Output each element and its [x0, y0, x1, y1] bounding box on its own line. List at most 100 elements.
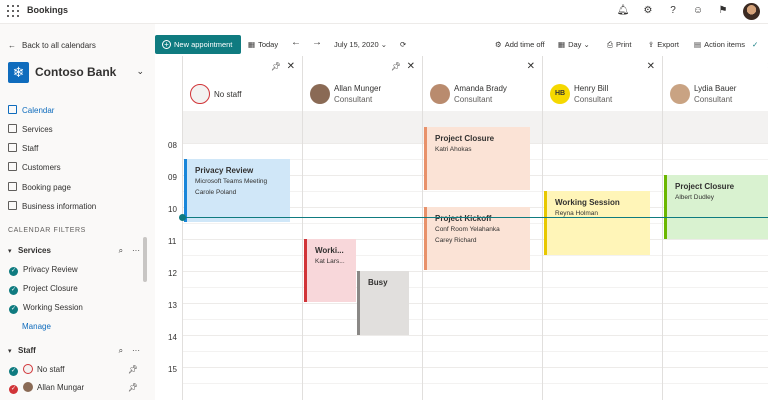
view-selector[interactable]: ▦ Day ⌄	[558, 39, 590, 50]
hour-label: 12	[168, 269, 177, 278]
staff-name: Amanda Brady	[454, 84, 507, 93]
all-day-row[interactable]	[183, 111, 303, 143]
search-icon[interactable]: ⌕	[119, 246, 123, 255]
date-picker[interactable]: July 15, 2020 ⌄	[334, 39, 387, 50]
nav-business-information[interactable]: Business information	[8, 199, 148, 215]
time-slot-line	[303, 383, 423, 384]
pin-icon[interactable]: 📌︎	[391, 62, 401, 71]
staff-column[interactable]: Lydia BauerConsultant✕Project ClosureAlb…	[662, 56, 768, 400]
appointment-event[interactable]: Project Closure Albert Dudley	[664, 175, 768, 239]
nav-staff[interactable]: Staff	[8, 141, 148, 157]
manage-link[interactable]: Manage	[22, 322, 51, 331]
chevron-down-icon: ⌄	[583, 40, 590, 49]
add-time-off-button[interactable]: ⚙ Add time off	[495, 39, 545, 50]
appointment-event[interactable]: Working Session Reyna Holman	[544, 191, 650, 255]
staff-role: Consultant	[694, 95, 733, 104]
staff-column[interactable]: Allan Munger Consultant 📌︎ ✕ Worki... Kat Lar…	[302, 56, 423, 400]
nav-calendar[interactable]: Calendar	[8, 103, 148, 119]
refresh-icon[interactable]: ⟳	[400, 39, 406, 50]
nav-services[interactable]: Services	[8, 122, 148, 138]
nav-booking-page[interactable]: Booking page	[8, 180, 148, 196]
next-day-arrow-icon[interactable]: →	[312, 37, 322, 48]
settings-gear-icon[interactable]: ⚙	[641, 4, 655, 18]
time-slot-line	[423, 191, 543, 192]
appointment-event[interactable]: Privacy Review Microsoft Teams Meeting Car…	[184, 159, 290, 222]
staff-name: Allan Munger	[334, 84, 382, 93]
action-items-button[interactable]: ▤ Action items	[694, 39, 745, 50]
sidebar-scrollbar[interactable]	[143, 237, 147, 282]
time-slot-line	[303, 223, 423, 224]
back-link-label: Back to all calendars	[22, 41, 96, 50]
time-slot-line	[543, 383, 663, 384]
filter-no-staff[interactable]: ✓ No staff 📌︎	[9, 363, 144, 377]
nav-customers[interactable]: Customers	[8, 160, 148, 176]
checkmark-icon: ✓	[9, 305, 18, 314]
bell-icon[interactable]: 🔔︎	[616, 4, 630, 18]
time-slot-line	[423, 319, 543, 320]
time-slot-line	[183, 335, 303, 336]
hour-label: 13	[168, 301, 177, 310]
previous-day-arrow-icon[interactable]: ←	[291, 37, 301, 48]
appointment-event[interactable]: Worki... Kat Lars...	[304, 239, 356, 302]
chevron-down-icon: ▾	[8, 348, 12, 355]
hour-label: 11	[168, 237, 177, 246]
search-icon[interactable]: ⌕	[119, 346, 123, 355]
more-icon[interactable]: ···	[132, 346, 140, 355]
appointment-event[interactable]: Busy	[357, 271, 409, 335]
time-slot-line	[663, 255, 768, 256]
filter-working-session[interactable]: ✓ Working Session	[9, 301, 144, 315]
close-icon[interactable]: ✕	[647, 61, 655, 72]
time-slot-line	[303, 175, 423, 176]
staff-column-header: HB Henry Bill Consultant ✕	[543, 56, 663, 111]
time-slot-line	[423, 351, 543, 352]
chevron-down-icon: ⌄	[380, 40, 388, 49]
appointment-event[interactable]: Project Closure Katri Ahokas	[424, 127, 530, 190]
filter-label: Project Closure	[23, 284, 78, 293]
print-button[interactable]: ⎙ Print	[607, 39, 631, 50]
user-avatar[interactable]	[743, 3, 760, 20]
time-slot-line	[183, 351, 303, 352]
time-slot-line	[423, 335, 543, 336]
services-filter-title: Services	[18, 246, 51, 255]
more-icon[interactable]: ···	[132, 246, 140, 255]
avatar	[670, 84, 690, 104]
view-label: Day	[568, 40, 582, 49]
event-title: Busy	[368, 278, 388, 287]
event-title: Working Session	[555, 198, 620, 207]
all-day-row[interactable]	[663, 111, 768, 143]
staff-filter-header[interactable]: ▾ Staff ⌕ ···	[8, 344, 144, 358]
time-slot-line	[303, 335, 423, 336]
pin-icon[interactable]: 📌︎	[128, 363, 138, 377]
close-icon[interactable]: ✕	[407, 61, 415, 72]
services-filter-header[interactable]: ▾ Services ⌕ ···	[8, 244, 144, 258]
pin-icon[interactable]: 📌︎	[271, 62, 281, 71]
back-to-calendars-link[interactable]: ← Back to all calendars	[8, 41, 96, 50]
filter-allan-mungar[interactable]: ✓ Allan Mungar 📌︎	[9, 381, 144, 395]
app-launcher-icon[interactable]	[7, 5, 19, 17]
time-slot-line	[543, 175, 663, 176]
filter-privacy-review[interactable]: ✓ Privacy Review	[9, 263, 144, 277]
all-day-row[interactable]	[543, 111, 663, 143]
staff-column[interactable]: Amanda Brady Consultant ✕ Project Closure Ka…	[422, 56, 543, 400]
current-time-dot	[179, 214, 186, 221]
today-button[interactable]: ▦ Today	[248, 39, 278, 50]
help-icon[interactable]: ?	[666, 4, 680, 18]
calendar-view-icon: ▦	[558, 40, 566, 49]
event-detail: Katri Ahokas	[435, 146, 472, 153]
staff-column[interactable]: HB Henry Bill Consultant ✕ Working Session Re…	[542, 56, 663, 400]
smiley-feedback-icon[interactable]: ☺	[691, 4, 705, 18]
close-icon[interactable]: ✕	[527, 61, 535, 72]
flag-icon[interactable]: ⚑	[716, 4, 730, 18]
chevron-down-icon: ⌄	[136, 66, 144, 76]
all-day-row[interactable]	[303, 111, 423, 143]
filter-project-closure[interactable]: ✓ Project Closure	[9, 282, 144, 296]
time-off-icon: ⚙	[495, 40, 502, 49]
new-appointment-button[interactable]: + New appointment	[155, 35, 241, 54]
close-icon[interactable]: ✕	[287, 61, 295, 72]
time-slot-line	[663, 319, 768, 320]
time-slot-line	[543, 159, 663, 160]
org-switcher[interactable]: ❄ Contoso Bank ⌄	[8, 62, 148, 84]
export-button[interactable]: ⇪ Export	[648, 39, 679, 50]
staff-column[interactable]: No staff 📌︎ ✕ Privacy Review Microsoft Teams…	[182, 56, 303, 400]
pin-icon[interactable]: 📌︎	[128, 381, 138, 395]
